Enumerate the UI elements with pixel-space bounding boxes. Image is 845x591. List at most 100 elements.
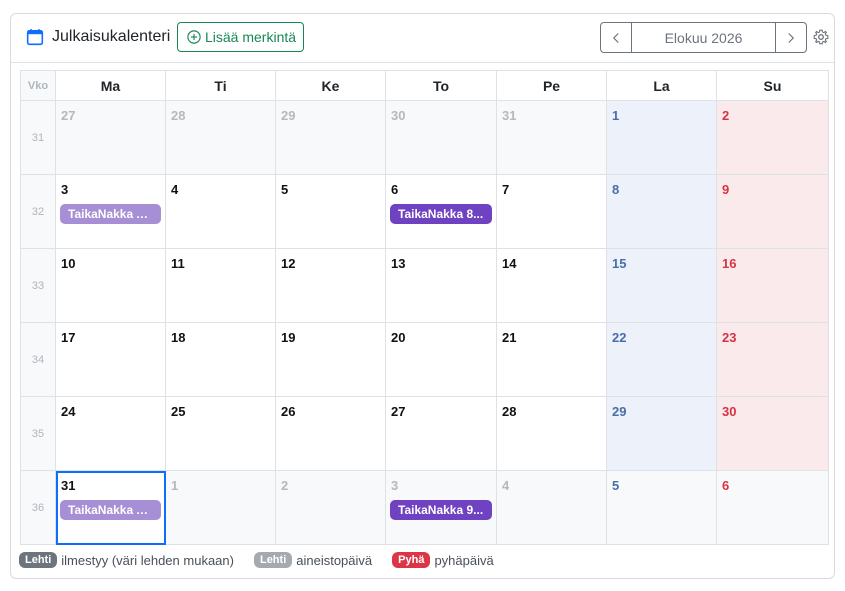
day-number: 4 <box>502 478 510 493</box>
week-row: 36 31 TaikaNakka A... 1 2 3 TaikaNakka 9... 4 5 6 <box>20 470 829 545</box>
weekday-header: Pe <box>496 70 607 101</box>
day-cell[interactable]: 5 <box>606 470 717 545</box>
day-number: 8 <box>612 182 620 197</box>
day-cell[interactable]: 15 <box>606 248 717 323</box>
calendar-event[interactable]: TaikaNakka 9... <box>390 500 492 520</box>
day-number: 7 <box>502 182 510 197</box>
day-cell[interactable]: 29 <box>275 100 386 175</box>
day-cell[interactable]: 27 <box>385 396 497 471</box>
day-cell[interactable]: 26 <box>275 396 386 471</box>
legend-badge-ilmestyy: Lehti <box>19 552 58 568</box>
day-cell[interactable]: 3 TaikaNakka A... <box>55 174 166 249</box>
day-number: 12 <box>281 256 296 271</box>
day-cell[interactable]: 21 <box>496 322 607 397</box>
day-cell[interactable]: 23 <box>716 322 829 397</box>
day-number: 18 <box>171 330 186 345</box>
day-cell[interactable]: 3 TaikaNakka 9... <box>385 470 497 545</box>
day-cell[interactable]: 24 <box>55 396 166 471</box>
day-cell[interactable]: 19 <box>275 322 386 397</box>
day-number: 14 <box>502 256 517 271</box>
day-cell[interactable]: 28 <box>496 396 607 471</box>
day-cell[interactable]: 11 <box>165 248 276 323</box>
day-number: 31 <box>502 108 517 123</box>
legend: Lehti ilmestyy (väri lehden mukaan) Leht… <box>19 552 514 568</box>
week-number: 32 <box>20 174 56 249</box>
day-number: 23 <box>722 330 737 345</box>
calendar-event[interactable]: TaikaNakka A... <box>60 500 161 520</box>
add-entry-button[interactable]: Lisää merkintä <box>177 22 304 52</box>
weekday-header: To <box>385 70 497 101</box>
day-cell[interactable]: 7 <box>496 174 607 249</box>
day-number: 31 <box>61 478 76 493</box>
day-number: 29 <box>612 404 627 419</box>
week-number: 35 <box>20 396 56 471</box>
publishing-calendar-card: Julkaisukalenteri Lisää merkintä Elokuu … <box>10 13 835 579</box>
previous-month-button[interactable] <box>601 23 632 52</box>
day-cell[interactable]: 13 <box>385 248 497 323</box>
day-cell[interactable]: 9 <box>716 174 829 249</box>
weekday-header: Ma <box>55 70 166 101</box>
day-cell[interactable]: 1 <box>606 100 717 175</box>
day-cell[interactable]: 29 <box>606 396 717 471</box>
day-cell[interactable]: 6 <box>716 470 829 545</box>
week-number: 33 <box>20 248 56 323</box>
day-cell[interactable]: 10 <box>55 248 166 323</box>
day-cell[interactable]: 31 TaikaNakka A... <box>55 470 166 545</box>
legend-text-aineisto: aineistopäivä <box>296 552 373 568</box>
day-cell[interactable]: 14 <box>496 248 607 323</box>
day-cell[interactable]: 4 <box>165 174 276 249</box>
legend-badge-holiday: Pyhä <box>392 552 431 568</box>
day-cell[interactable]: 30 <box>385 100 497 175</box>
day-cell[interactable]: 17 <box>55 322 166 397</box>
day-cell[interactable]: 6 TaikaNakka 8... <box>385 174 497 249</box>
month-navigation: Elokuu 2026 <box>600 22 807 53</box>
day-cell[interactable]: 1 <box>165 470 276 545</box>
day-number: 1 <box>612 108 620 123</box>
day-cell[interactable]: 27 <box>55 100 166 175</box>
day-cell[interactable]: 12 <box>275 248 386 323</box>
day-number: 25 <box>171 404 186 419</box>
day-cell[interactable]: 2 <box>716 100 829 175</box>
day-number: 19 <box>281 330 296 345</box>
day-number: 24 <box>61 404 76 419</box>
day-number: 28 <box>171 108 186 123</box>
day-number: 15 <box>612 256 627 271</box>
day-cell[interactable]: 22 <box>606 322 717 397</box>
day-cell[interactable]: 5 <box>275 174 386 249</box>
legend-text-ilmestyy: ilmestyy (väri lehden mukaan) <box>61 552 234 568</box>
day-number: 2 <box>722 108 730 123</box>
day-cell[interactable]: 2 <box>275 470 386 545</box>
day-cell[interactable]: 31 <box>496 100 607 175</box>
next-month-button[interactable] <box>775 23 806 52</box>
day-number: 22 <box>612 330 627 345</box>
day-number: 29 <box>281 108 296 123</box>
day-number: 9 <box>722 182 730 197</box>
weekday-header: Su <box>716 70 829 101</box>
day-cell[interactable]: 16 <box>716 248 829 323</box>
day-cell[interactable]: 8 <box>606 174 717 249</box>
day-number: 6 <box>722 478 730 493</box>
day-number: 26 <box>281 404 296 419</box>
day-cell[interactable]: 28 <box>165 100 276 175</box>
gear-icon[interactable] <box>813 29 829 45</box>
day-cell[interactable]: 4 <box>496 470 607 545</box>
current-month-label[interactable]: Elokuu 2026 <box>632 23 775 52</box>
week-row: 34 17 18 19 20 21 22 23 <box>20 322 829 397</box>
calendar-event[interactable]: TaikaNakka 8... <box>390 204 492 224</box>
calendar-icon <box>26 29 44 46</box>
week-row: 32 3 TaikaNakka A... 4 5 6 TaikaNakka 8... 7 8 9 <box>20 174 829 249</box>
day-cell[interactable]: 18 <box>165 322 276 397</box>
calendar-event[interactable]: TaikaNakka A... <box>60 204 161 224</box>
day-number: 27 <box>391 404 406 419</box>
chevron-left-icon <box>612 32 619 43</box>
day-number: 30 <box>722 404 737 419</box>
day-cell[interactable]: 20 <box>385 322 497 397</box>
day-number: 6 <box>391 182 399 197</box>
chevron-right-icon <box>788 32 795 43</box>
week-number: 36 <box>20 470 56 545</box>
day-cell[interactable]: 25 <box>165 396 276 471</box>
plus-circle-icon <box>187 30 201 44</box>
day-cell[interactable]: 30 <box>716 396 829 471</box>
day-number: 1 <box>171 478 179 493</box>
weekday-header-row: Vko Ma Ti Ke To Pe La Su <box>20 70 829 101</box>
